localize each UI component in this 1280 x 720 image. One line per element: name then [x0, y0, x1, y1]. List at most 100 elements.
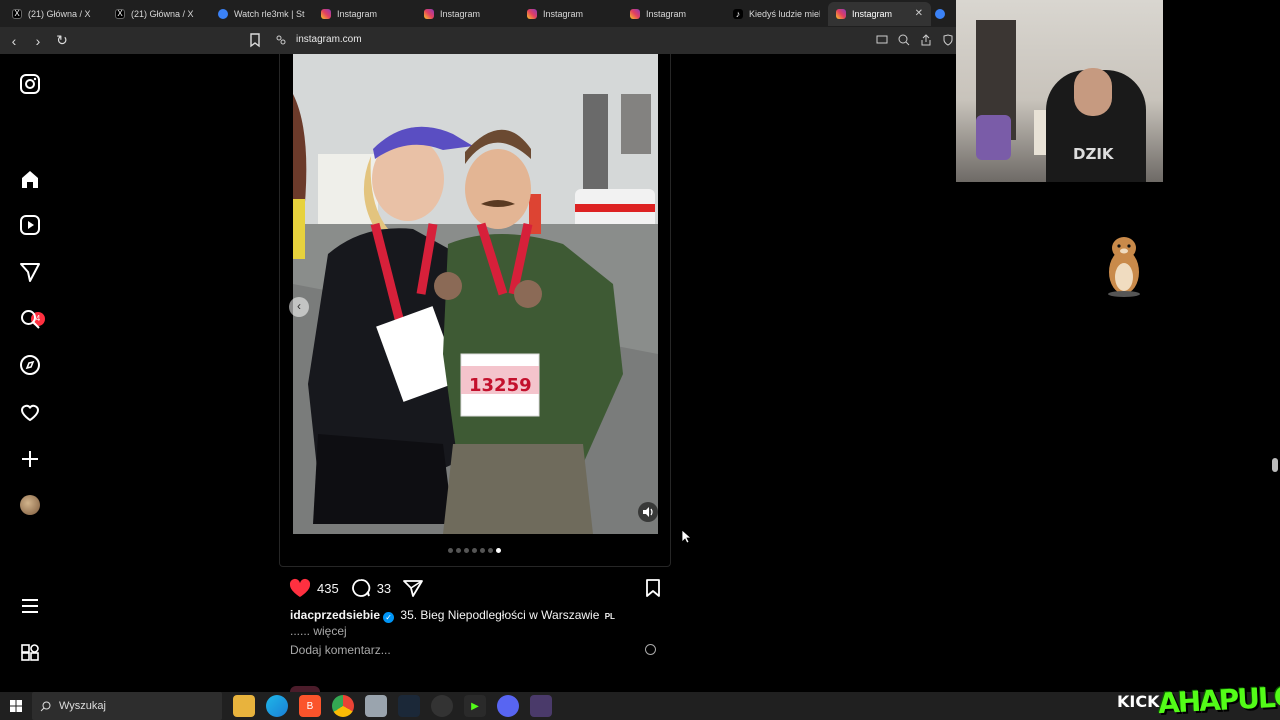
carousel-dot	[488, 548, 493, 553]
browser-tab[interactable]: Instagram	[519, 2, 622, 26]
search-icon	[40, 701, 51, 711]
instagram-icon	[630, 8, 640, 19]
carousel-prev-button[interactable]: ‹	[289, 297, 309, 317]
reels-icon[interactable]	[19, 214, 41, 236]
chrome-icon[interactable]	[332, 695, 354, 717]
tab-label: Kiedyś ludzie mieli	[749, 8, 820, 19]
add-comment-field[interactable]: Dodaj komentarz...	[290, 643, 660, 657]
carousel-dot	[480, 548, 485, 553]
steam-icon[interactable]	[398, 695, 420, 717]
shield-icon[interactable]	[940, 31, 956, 49]
app-icon[interactable]	[365, 695, 387, 717]
instagram-icon	[424, 8, 434, 19]
save-bookmark-icon[interactable]	[645, 578, 661, 598]
tab-label: (21) Główna / X	[28, 8, 91, 19]
bookmark-icon[interactable]	[248, 32, 262, 48]
carousel-dots	[448, 548, 501, 553]
site-info-icon[interactable]	[275, 34, 287, 46]
tab-favicon-icon	[935, 8, 945, 19]
heart-icon[interactable]	[19, 401, 41, 423]
cast-icon[interactable]	[874, 31, 890, 49]
tab-strip: X (21) Główna / X X (21) Główna / X Watch …	[0, 0, 956, 27]
browser-tab[interactable]: Instagram	[313, 2, 416, 26]
screen: X (21) Główna / X X (21) Główna / X Watch …	[0, 0, 1280, 720]
post-username[interactable]: idacprzedsiebie	[290, 608, 380, 622]
race-bib-number: 13259	[469, 375, 532, 396]
browser-tab[interactable]: Watch rle3mk | Stre	[210, 2, 313, 26]
runners-photo: 13259	[293, 54, 658, 534]
url-field[interactable]: instagram.com	[296, 34, 362, 45]
windows-taskbar: Wyszukaj B ▶	[0, 692, 1280, 720]
address-bar: ‹ › ↻ instagram.com	[0, 27, 956, 54]
browser-tab[interactable]: X (21) Główna / X	[107, 2, 210, 26]
instagram-logo-icon[interactable]	[19, 73, 41, 95]
apps-grid-icon[interactable]	[19, 642, 41, 664]
brave-icon[interactable]: B	[299, 695, 321, 717]
close-tab-icon[interactable]: ✕	[915, 8, 923, 19]
app-icon[interactable]	[530, 695, 552, 717]
start-button[interactable]	[0, 692, 32, 720]
sound-button[interactable]	[638, 502, 658, 522]
x-logo-icon: X	[12, 8, 22, 19]
taskbar-search-placeholder: Wyszukaj	[59, 700, 106, 712]
share-icon[interactable]	[403, 579, 424, 597]
discord-icon[interactable]	[497, 695, 519, 717]
tab-label: Instagram	[646, 8, 687, 19]
scrollbar-thumb[interactable]	[1272, 458, 1278, 472]
carousel-dot	[464, 548, 469, 553]
direct-messages-icon[interactable]	[19, 261, 41, 283]
search-icon[interactable]	[19, 308, 41, 330]
comment-count: 33	[376, 580, 392, 596]
more-link[interactable]: ...... więcej	[290, 624, 347, 638]
comment-icon[interactable]	[351, 578, 371, 598]
edge-icon[interactable]	[266, 695, 288, 717]
carousel-dot	[448, 548, 453, 553]
hamster-sticker-icon	[1108, 237, 1140, 297]
back-icon[interactable]: ‹	[4, 31, 24, 51]
mouse-cursor-icon	[681, 529, 691, 544]
like-count: 435	[317, 580, 339, 596]
browser-tab[interactable]	[931, 2, 951, 26]
browser-tab-active[interactable]: Instagram ✕	[828, 1, 931, 26]
instagram-sidebar: 4	[0, 54, 60, 692]
hoodie-text: DZIK	[1073, 145, 1114, 163]
emoji-icon[interactable]	[645, 644, 656, 655]
instagram-icon	[836, 8, 846, 19]
create-plus-icon[interactable]	[19, 448, 41, 470]
play-app-icon[interactable]: ▶	[464, 695, 486, 717]
kick-logo: KICK	[1117, 692, 1160, 711]
tab-label: Instagram	[440, 8, 481, 19]
post-actions: 435 33	[289, 576, 661, 600]
speaker-icon	[643, 507, 653, 517]
browser-tab[interactable]: Instagram	[622, 2, 725, 26]
zoom-icon[interactable]	[896, 31, 912, 49]
x-logo-icon: X	[115, 8, 125, 19]
twitch-icon	[218, 8, 228, 19]
home-icon[interactable]	[19, 168, 41, 190]
webcam-chair	[976, 115, 1011, 160]
tab-label: Instagram	[543, 8, 584, 19]
carousel-dot-active	[496, 548, 501, 553]
obs-icon[interactable]	[431, 695, 453, 717]
post-caption: idacprzedsiebie ✓ 35. Bieg Niepodległości…	[290, 608, 615, 623]
forward-icon[interactable]: ›	[28, 31, 48, 51]
reload-icon[interactable]: ↻	[52, 31, 72, 51]
share-icon[interactable]	[918, 31, 934, 49]
tab-label: Instagram	[337, 8, 378, 19]
menu-icon[interactable]	[19, 595, 41, 617]
webcam-overlay: DZIK	[956, 0, 1163, 182]
tiktok-icon: ♪	[733, 8, 743, 19]
channel-logo: AHAPULCO	[1157, 678, 1280, 720]
taskbar-search[interactable]: Wyszukaj	[32, 692, 222, 720]
browser-tab[interactable]: ♪ Kiedyś ludzie mieli	[725, 2, 828, 26]
tab-label: Instagram	[852, 8, 893, 19]
tab-label: (21) Główna / X	[131, 8, 194, 19]
country-flag-label: PL	[604, 612, 615, 621]
like-heart-icon[interactable]	[289, 578, 311, 598]
browser-tab[interactable]: Instagram	[416, 2, 519, 26]
profile-avatar[interactable]	[20, 495, 40, 515]
browser-tab[interactable]: X (21) Główna / X	[4, 2, 107, 26]
explore-icon[interactable]	[19, 354, 41, 376]
post-photo[interactable]: 13259	[293, 54, 658, 534]
file-explorer-icon[interactable]	[233, 695, 255, 717]
